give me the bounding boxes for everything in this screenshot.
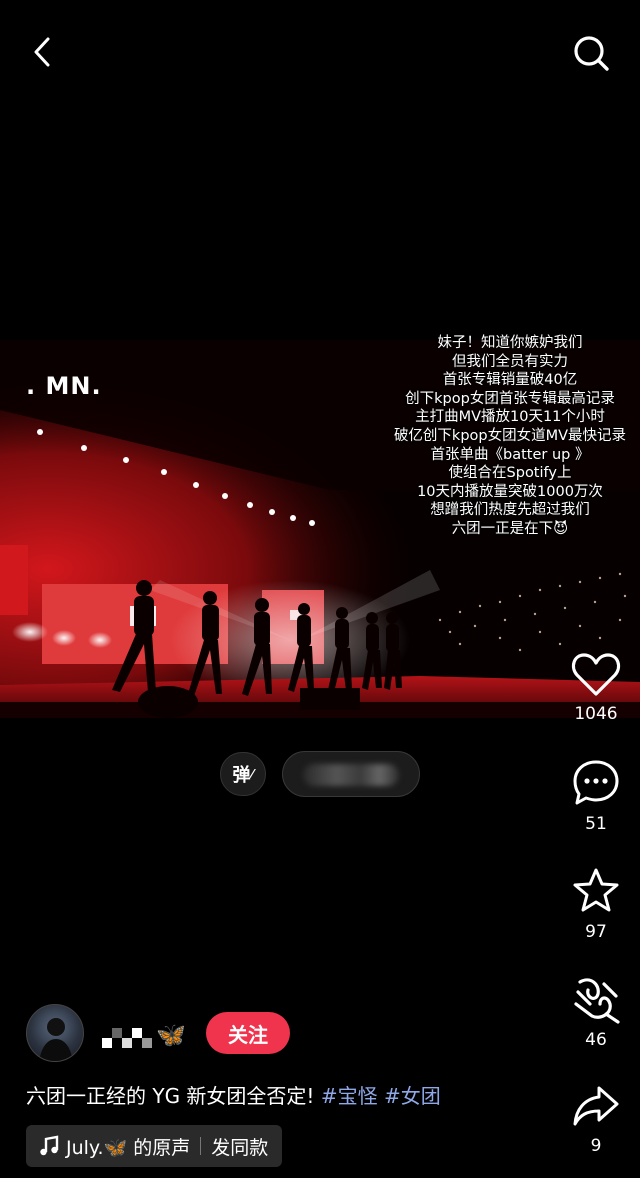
comment-icon [573, 760, 619, 805]
overlay-line: 妹子！知道你嫉妒我们 [437, 335, 583, 351]
favorite-count: 97 [585, 922, 607, 942]
overlay-line: 10天内播放量突破1000万次 [417, 483, 603, 500]
author-name[interactable]: 🦋 [102, 1018, 186, 1052]
share-friend-count: 46 [585, 1030, 607, 1050]
overlay-line: 创下kpop女团首张专辑最高记录 [405, 390, 615, 407]
obscured-name [102, 1022, 152, 1048]
hashtag[interactable]: #女团 [384, 1084, 441, 1108]
music-note-icon [40, 1135, 59, 1156]
hashtag[interactable]: #宝怪 [321, 1084, 378, 1108]
overlay-line: 想蹭我们热度先超过我们 [430, 502, 590, 519]
video-watermark: . MN. [26, 372, 102, 400]
overlay-line: 使组合在Spotify上 [448, 465, 572, 482]
divider [200, 1137, 202, 1155]
share-arrow-icon [573, 1086, 619, 1126]
overlay-line: 首张专辑销量破40亿 [442, 372, 578, 389]
heart-icon [571, 653, 621, 696]
comment-count: 51 [585, 814, 607, 834]
like-count: 1046 [574, 704, 618, 724]
like-button[interactable]: 1046 [566, 652, 626, 724]
comment-button[interactable]: 51 [566, 758, 626, 834]
author-avatar[interactable] [26, 1004, 84, 1062]
overlay-line: 主打曲MV播放10天11个小时 [415, 409, 605, 426]
music-use-button[interactable]: 发同款 [211, 1133, 268, 1160]
danmaku-slash-icon: ⁄ [251, 767, 254, 781]
follow-button[interactable]: 关注 [206, 1012, 290, 1054]
danmaku-toggle-button[interactable]: 弹 ⁄ [220, 752, 266, 796]
music-bar[interactable]: July.🦋 的原声 发同款 [26, 1125, 283, 1167]
music-label: July.🦋 的原声 [66, 1136, 191, 1159]
overlay-line: 破亿创下kpop女团女道MV最快记录 [393, 427, 627, 444]
search-icon [574, 36, 609, 71]
share-count: 9 [590, 1136, 602, 1156]
post-caption: 六团一正经的 YG 新女团全否定! #宝怪 #女团 [26, 1080, 441, 1109]
back-chevron-icon [34, 37, 50, 67]
back-button[interactable] [22, 30, 62, 74]
share-to-friend-button[interactable]: 46 [566, 974, 626, 1050]
butterfly-icon: 🦋 [156, 1021, 186, 1049]
blurred-placeholder [303, 764, 399, 786]
overlay-line: 六团一正是在下😈 [451, 520, 569, 537]
video-overlay-caption: 妹子！知道你嫉妒我们 但我们全员有实力 首张专辑销量破40亿 创下kpop女团首… [380, 334, 640, 539]
caption-text: 六团一正经的 YG 新女团全否定! [26, 1084, 315, 1108]
overlay-line: 但我们全员有实力 [452, 353, 568, 370]
search-button[interactable] [568, 30, 614, 76]
share-hook-icon [574, 978, 620, 1024]
star-icon [573, 868, 619, 912]
avatar-portrait [39, 1018, 73, 1061]
danmaku-input[interactable] [282, 751, 420, 797]
favorite-button[interactable]: 97 [566, 866, 626, 942]
overlay-line: 首张单曲《batter up 》 [430, 446, 590, 463]
share-button[interactable]: 9 [566, 1082, 626, 1156]
danmaku-toggle-label: 弹 [232, 765, 251, 786]
